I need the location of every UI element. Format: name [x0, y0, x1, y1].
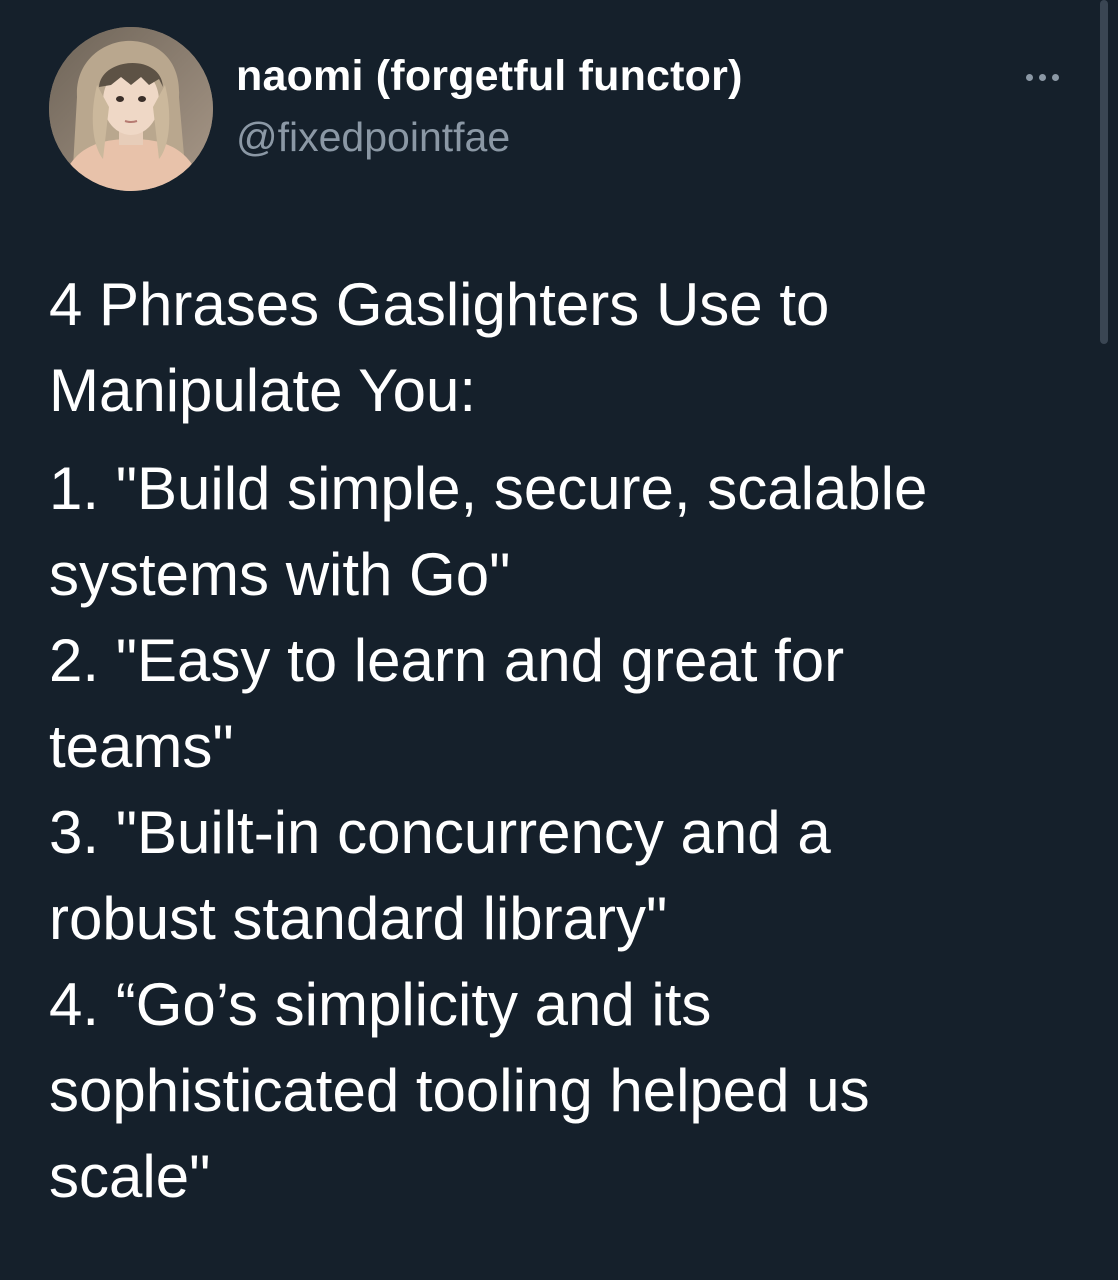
- tweet-text-line: 4 Phrases Gaslighters Use to: [49, 271, 830, 338]
- user-handle[interactable]: @fixedpointfae: [236, 114, 510, 161]
- display-name[interactable]: naomi (forgetful functor): [236, 52, 743, 101]
- tweet-text-line: systems with Go": [49, 541, 511, 608]
- tweet-text-line: robust standard library": [49, 885, 668, 952]
- avatar[interactable]: [49, 27, 213, 191]
- avatar-image: [49, 27, 213, 191]
- tweet-text-line: scale": [49, 1143, 211, 1210]
- tweet-text-line: 2. "Easy to learn and great for: [49, 627, 845, 694]
- tweet-text-line: 1. "Build simple, secure, scalable: [49, 455, 928, 522]
- more-horizontal-icon: [1051, 73, 1059, 81]
- tweet-text-line: 3. "Built-in concurrency and a: [49, 799, 831, 866]
- more-horizontal-icon: [1038, 73, 1046, 81]
- tweet-text-line: 4. “Go’s simplicity and its: [49, 971, 712, 1038]
- more-options-button[interactable]: [1014, 58, 1070, 96]
- tweet: naomi (forgetful functor) @fixedpointfae…: [0, 0, 1118, 1280]
- tweet-text-line: Manipulate You:: [49, 357, 477, 424]
- more-horizontal-icon: [1025, 73, 1033, 81]
- tweet-text: 4 Phrases Gaslighters Use to Manipulate …: [49, 262, 1089, 1220]
- scrollbar[interactable]: [1100, 0, 1108, 344]
- tweet-text-line: sophisticated tooling helped us: [49, 1057, 870, 1124]
- tweet-text-line: teams": [49, 713, 234, 780]
